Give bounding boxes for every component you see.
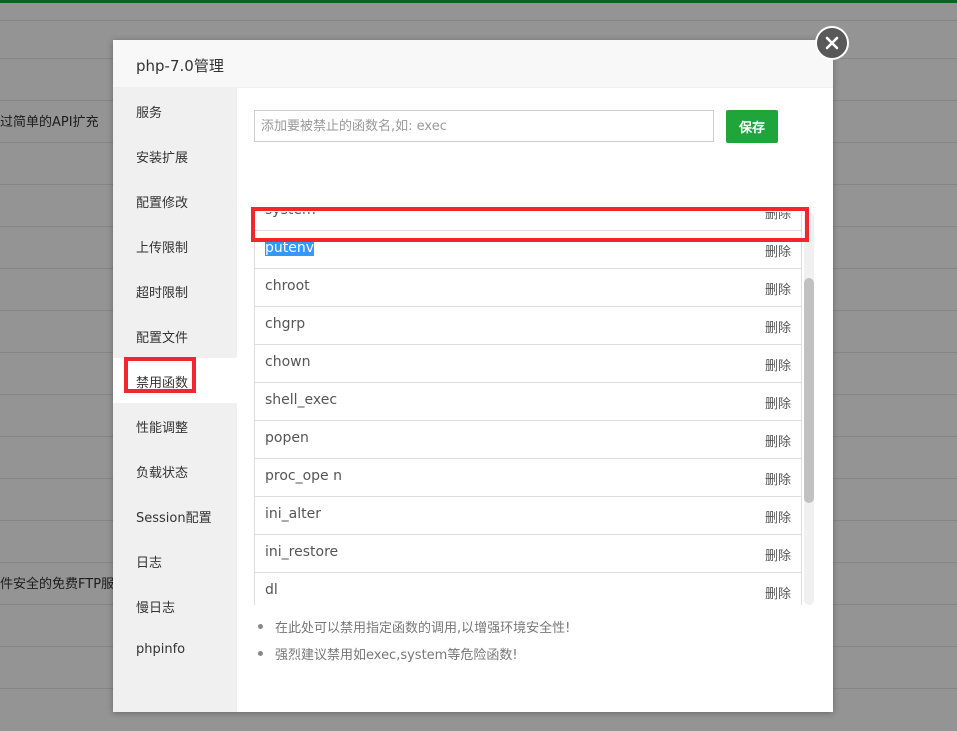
function-list-inner: system删除putenv删除chroot删除chgrp删除chown删除sh… — [254, 212, 802, 605]
sidebar-item-label: 超时限制 — [136, 286, 189, 301]
sidebar-item[interactable]: 上传限制 — [113, 223, 237, 268]
tip-item: 在此处可以禁用指定函数的调用,以增强环境安全性! — [258, 615, 818, 642]
function-name: chown — [265, 354, 311, 370]
delete-link[interactable]: 删除 — [765, 507, 791, 526]
sidebar-item[interactable]: 慢日志 — [113, 583, 237, 628]
delete-link[interactable]: 删除 — [765, 241, 791, 260]
function-name: ini_alter — [265, 506, 321, 522]
sidebar-item-label: 配置文件 — [136, 331, 189, 346]
tip-text: 强烈建议禁用如exec,system等危险函数! — [275, 648, 518, 663]
sidebar-item-label: 服务 — [136, 106, 163, 121]
function-name: proc_ope n — [265, 468, 342, 484]
bullet-icon — [258, 651, 263, 656]
function-name: popen — [265, 430, 309, 446]
save-button[interactable]: 保存 — [726, 110, 778, 143]
sidebar-item-label: 配置修改 — [136, 196, 189, 211]
sidebar-item-label: 日志 — [136, 556, 163, 571]
sidebar-item[interactable]: 超时限制 — [113, 268, 237, 313]
disabled-functions-panel: 保存 system删除putenv删除chroot删除chgrp删除chown删… — [237, 88, 833, 712]
sidebar-item-label: 慢日志 — [136, 601, 176, 616]
list-scrollbar-thumb[interactable] — [804, 278, 814, 503]
sidebar-item[interactable]: 日志 — [113, 538, 237, 583]
highlight-box-sidebar — [124, 357, 196, 393]
function-row: proc_ope n 删除 — [254, 459, 802, 497]
sidebar-item-label: Session配置 — [136, 511, 212, 526]
function-name-input[interactable] — [254, 110, 714, 142]
sidebar-item[interactable]: 服务 — [113, 88, 237, 133]
delete-link[interactable]: 删除 — [765, 317, 791, 336]
delete-link[interactable]: 删除 — [765, 279, 791, 298]
delete-link[interactable]: 删除 — [765, 355, 791, 374]
delete-link[interactable]: 删除 — [765, 393, 791, 412]
tips-list: 在此处可以禁用指定函数的调用,以增强环境安全性! 强烈建议禁用如exec,sys… — [258, 615, 818, 669]
sidebar-item-label: 性能调整 — [136, 421, 189, 436]
function-name: putenv — [265, 240, 315, 256]
sidebar: 服务 安装扩展 配置修改 上传限制 超时限制 配置文件 禁用函数 性能调整 负载状态 Sessio… — [113, 88, 237, 712]
function-list: system删除putenv删除chroot删除chgrp删除chown删除sh… — [254, 212, 802, 605]
function-name: shell_exec — [265, 392, 338, 408]
close-button[interactable] — [815, 26, 849, 60]
sidebar-item-label: phpinfo — [136, 642, 186, 657]
dialog-title: php-7.0管理 — [136, 57, 224, 75]
function-row: chgrp 删除 — [254, 307, 802, 345]
function-row: ini_alter 删除 — [254, 497, 802, 535]
function-row: chroot 删除 — [254, 269, 802, 307]
sidebar-item-label: 安装扩展 — [136, 151, 189, 166]
delete-link[interactable]: 删除 — [765, 583, 791, 602]
function-name: ini_restore — [265, 544, 339, 560]
function-row: shell_exec 删除 — [254, 383, 802, 421]
delete-link[interactable]: 删除 — [765, 431, 791, 450]
function-name: chgrp — [265, 316, 306, 332]
function-row: popen 删除 — [254, 421, 802, 459]
sidebar-item[interactable]: 配置文件 — [113, 313, 237, 358]
dialog-header: php-7.0管理 — [113, 40, 833, 88]
sidebar-item[interactable]: 安装扩展 — [113, 133, 237, 178]
bullet-icon — [258, 624, 263, 629]
sidebar-item[interactable]: 配置修改 — [113, 178, 237, 223]
php-manager-dialog: php-7.0管理 服务 安装扩展 配置修改 上传限制 超时限制 配置文件 禁用函数 性能调整… — [113, 40, 833, 712]
sidebar-item[interactable]: phpinfo — [113, 628, 237, 673]
tip-text: 在此处可以禁用指定函数的调用,以增强环境安全性! — [275, 621, 571, 636]
tip-item: 强烈建议禁用如exec,system等危险函数! — [258, 642, 818, 669]
highlight-box-row — [251, 207, 809, 242]
function-row: chown 删除 — [254, 345, 802, 383]
function-row: dl 删除 — [254, 573, 802, 605]
function-name: dl — [265, 582, 278, 598]
function-row: ini_restore 删除 — [254, 535, 802, 573]
close-icon — [825, 36, 839, 50]
sidebar-item[interactable]: 负载状态 — [113, 448, 237, 493]
sidebar-item[interactable]: Session配置 — [113, 493, 237, 538]
function-name: chroot — [265, 278, 310, 294]
delete-link[interactable]: 删除 — [765, 545, 791, 564]
sidebar-item-label: 上传限制 — [136, 241, 189, 256]
sidebar-item[interactable]: 性能调整 — [113, 403, 237, 448]
sidebar-item-label: 负载状态 — [136, 466, 189, 481]
delete-link[interactable]: 删除 — [765, 469, 791, 488]
